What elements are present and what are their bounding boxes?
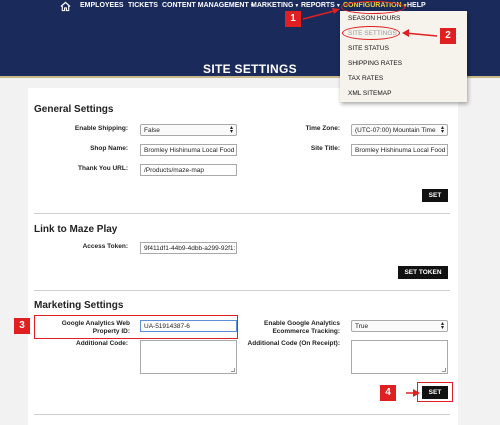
step-badge-1: 1 [285, 11, 301, 27]
set-token-button[interactable]: SET TOKEN [398, 266, 448, 279]
shop-name-label: Shop Name: [90, 145, 128, 152]
ecommerce-tracking-value: True [355, 323, 369, 330]
enable-shipping-label: Enable Shipping: [74, 125, 128, 132]
select-arrows-icon: ▴ ▾ [440, 321, 444, 331]
menu-item-site-status[interactable]: SITE STATUS [348, 45, 389, 52]
chevron-down-icon: ▼ [294, 3, 300, 9]
time-zone-select[interactable]: (UTC-07:00) Mountain Time ▴ ▾ [351, 124, 448, 136]
thank-you-url-field[interactable]: /Products/maze-map [140, 164, 237, 176]
enable-shipping-value: False [144, 127, 160, 134]
ecommerce-tracking-label: Enable Google Analytics Ecommerce Tracki… [264, 320, 340, 335]
divider [34, 414, 450, 415]
maze-play-title: Link to Maze Play [34, 224, 118, 235]
divider [34, 213, 450, 214]
menu-item-season-hours[interactable]: SEASON HOURS [348, 15, 400, 22]
access-token-field[interactable]: 9f411df1-44b9-4dbb-a299-92f1: [140, 242, 237, 254]
menu-item-tax-rates[interactable]: TAX RATES [348, 75, 383, 82]
nav-marketing-label: MARKETING [251, 2, 294, 9]
nav-marketing[interactable]: MARKETING▼ [251, 2, 299, 9]
select-arrows-icon: ▴ ▾ [440, 125, 444, 135]
marketing-settings-title: Marketing Settings [34, 300, 124, 311]
menu-item-xml-sitemap[interactable]: XML SITEMAP [348, 90, 391, 97]
highlight-set-button [417, 382, 453, 402]
enable-shipping-select[interactable]: False ▴ ▾ [140, 124, 237, 136]
time-zone-value: (UTC-07:00) Mountain Time [355, 127, 436, 134]
general-set-button[interactable]: SET [422, 189, 448, 202]
step-badge-4: 4 [380, 385, 396, 401]
shop-name-field[interactable]: Bromley Hishinuma Local Food [140, 144, 237, 156]
additional-code-label: Additional Code: [76, 340, 128, 347]
additional-code-receipt-textarea[interactable] [351, 340, 448, 374]
select-arrows-icon: ▴ ▾ [229, 125, 233, 135]
additional-code-textarea[interactable] [140, 340, 237, 374]
chevron-down-icon: ▼ [335, 3, 341, 9]
highlight-site-settings [342, 26, 400, 40]
nav-reports[interactable]: REPORTS▼ [301, 2, 341, 9]
nav-employees[interactable]: EMPLOYEES [80, 2, 124, 9]
nav-help[interactable]: HELP [407, 2, 426, 9]
step-badge-3: 3 [14, 318, 30, 334]
thank-you-url-label: Thank You URL: [78, 165, 128, 172]
site-title-field[interactable]: Bromley Hishinuma Local Food [351, 144, 448, 156]
general-settings-title: General Settings [34, 104, 114, 115]
home-icon[interactable] [60, 1, 71, 12]
step-badge-2: 2 [440, 28, 456, 44]
time-zone-label: Time Zone: [305, 125, 340, 132]
highlight-configuration [341, 1, 405, 14]
ecommerce-tracking-select[interactable]: True ▴ ▾ [351, 320, 448, 332]
resize-handle-icon[interactable] [231, 368, 235, 372]
configuration-dropdown: SEASON HOURS SITE SETTINGS SITE STATUS S… [340, 11, 467, 102]
nav-tickets[interactable]: TICKETS [128, 2, 158, 9]
site-title-label: Site Title: [310, 145, 340, 152]
nav-content-management-label: CONTENT MANAGEMENT [162, 2, 249, 9]
resize-handle-icon[interactable] [442, 368, 446, 372]
nav-content-management[interactable]: CONTENT MANAGEMENT▼ [162, 2, 255, 9]
access-token-label: Access Token: [82, 243, 128, 250]
divider [34, 290, 450, 291]
additional-code-receipt-label: Additional Code (On Receipt): [247, 340, 340, 347]
menu-item-shipping-rates[interactable]: SHIPPING RATES [348, 60, 402, 67]
nav-reports-label: REPORTS [301, 2, 335, 9]
settings-panel [28, 88, 458, 425]
highlight-ga-field [34, 315, 238, 339]
